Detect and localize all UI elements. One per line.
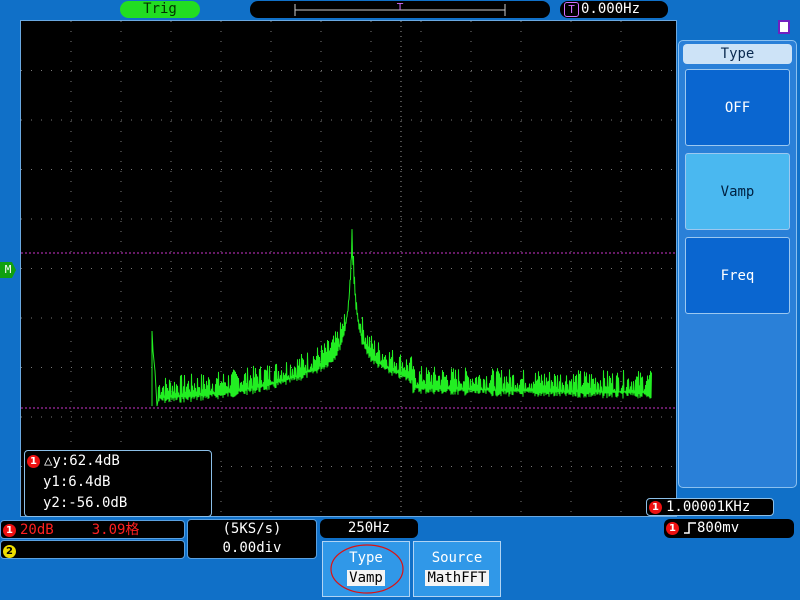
frequency-value: 1.00001KHz — [666, 499, 751, 515]
trigger-level-panel[interactable]: 1 800mv — [664, 519, 794, 538]
channel1-badge-icon: 1 — [27, 454, 40, 468]
channel2-badge-icon: 2 — [3, 545, 16, 558]
channel1-badge-icon: 1 — [649, 500, 662, 514]
trigger-frequency-value: 0.000Hz — [581, 1, 641, 17]
menu-option-off[interactable]: OFF — [685, 69, 790, 146]
waveform-display[interactable] — [20, 20, 677, 517]
channel1-status[interactable]: 1 20dB 3.09格 — [0, 520, 185, 539]
cursor-measurement-panel: 1 △y:62.4dB y1:6.4dB y2:-56.0dB — [24, 450, 212, 517]
fft-span-value: 250Hz — [320, 519, 418, 538]
trigger-frequency-display: T 0.000Hz — [560, 1, 668, 18]
menu-title: Type — [683, 44, 792, 64]
svg-text:T: T — [396, 2, 404, 13]
channel1-offset: 3.09格 — [91, 522, 140, 538]
trigger-badge-icon: T — [564, 2, 579, 17]
menu-option-vamp[interactable]: Vamp — [685, 153, 790, 230]
waveform-grid — [21, 21, 676, 516]
channel1-scale: 20dB — [20, 522, 54, 538]
function-menu: Type OFF Vamp Freq — [678, 40, 797, 488]
delta-y-value: △y:62.4dB — [44, 453, 120, 469]
time-position-indicator: T — [294, 2, 506, 16]
channel1-badge-icon: 1 — [3, 523, 16, 537]
sample-rate-value: (5KS/s) — [222, 521, 282, 537]
softkey-source-value: MathFFT — [425, 570, 489, 586]
horizontal-position-value: 0.00div — [222, 540, 282, 556]
frequency-readout: 1 1.00001KHz — [646, 498, 774, 516]
math-channel-marker[interactable]: M — [0, 262, 16, 278]
sample-rate-panel: (5KS/s) 0.00div — [187, 519, 317, 559]
channel1-badge-icon: 1 — [666, 521, 679, 535]
softkey-source-label: Source — [431, 550, 483, 566]
softkey-type[interactable]: Type Vamp — [322, 541, 410, 597]
cursor-y2-value: y2:-56.0dB — [43, 495, 128, 511]
cursor-y1-value: y1:6.4dB — [43, 474, 111, 490]
rising-edge-icon — [684, 522, 696, 534]
menu-option-freq[interactable]: Freq — [685, 237, 790, 314]
trigger-status-badge: Trig — [120, 1, 200, 18]
channel2-status[interactable]: 2 — [0, 540, 185, 559]
softkey-source[interactable]: Source MathFFT — [413, 541, 501, 597]
trigger-level-value: 800mv — [697, 520, 740, 536]
time-position-bar[interactable]: T — [250, 1, 550, 18]
memory-marker-icon — [778, 20, 790, 34]
highlight-circle-icon — [330, 544, 404, 594]
